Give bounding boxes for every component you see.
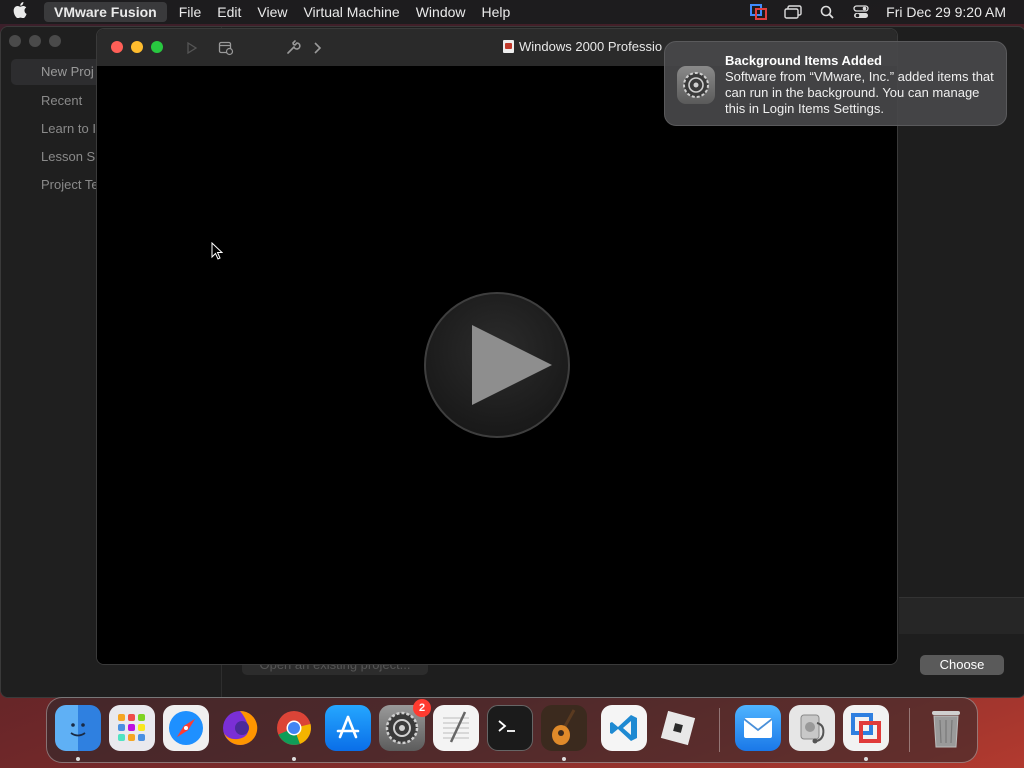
settings-badge: 2 <box>413 699 431 717</box>
play-toolbar-icon[interactable] <box>183 39 201 57</box>
maximize-button[interactable] <box>151 41 163 53</box>
garageband-icon[interactable] <box>541 705 587 751</box>
bottom-panel <box>899 597 1024 634</box>
vscode-icon[interactable] <box>601 705 647 751</box>
mail-icon[interactable] <box>735 705 781 751</box>
notification-title: Background Items Added <box>725 53 882 68</box>
choose-button[interactable]: Choose <box>920 655 1004 675</box>
close-button[interactable] <box>111 41 123 53</box>
wrench-settings-icon[interactable] <box>284 39 302 57</box>
launchpad-icon[interactable] <box>109 705 155 751</box>
app-store-icon[interactable] <box>325 705 371 751</box>
system-settings-icon[interactable]: 2 <box>379 699 431 751</box>
menu-view[interactable]: View <box>249 0 295 24</box>
dock: 2 <box>46 697 978 763</box>
menu-edit[interactable]: Edit <box>209 0 249 24</box>
garageband-running-dot <box>562 757 566 761</box>
menu-bar: VMware Fusion File Edit View Virtual Mac… <box>0 0 1024 24</box>
disk-utility-icon[interactable] <box>789 705 835 751</box>
screen-mirroring-icon[interactable] <box>782 4 804 20</box>
control-center-icon[interactable] <box>850 4 872 20</box>
firefox-icon[interactable] <box>217 705 263 751</box>
vm-play-button[interactable] <box>424 292 570 438</box>
sidebar-item-lesson[interactable]: Lesson S <box>41 149 95 164</box>
sidebar-item-learn[interactable]: Learn to I <box>41 121 96 136</box>
vm-title-text: Windows 2000 Professio <box>519 39 663 54</box>
trash-icon[interactable] <box>923 705 969 751</box>
terminal-icon[interactable] <box>487 705 533 751</box>
menu-file[interactable]: File <box>171 0 210 24</box>
menu-virtual-machine[interactable]: Virtual Machine <box>295 0 407 24</box>
textedit-icon[interactable] <box>433 705 479 751</box>
dock-separator-trash <box>909 708 910 752</box>
sidebar-item-recent[interactable]: Recent <box>41 93 82 108</box>
vmware-fusion-icon[interactable] <box>843 705 889 751</box>
snapshot-icon[interactable] <box>217 39 235 57</box>
finder-running-dot <box>76 757 80 761</box>
menu-window[interactable]: Window <box>408 0 474 24</box>
background-items-notification[interactable]: Background Items Added Software from “VM… <box>664 41 1007 126</box>
dock-separator <box>719 708 720 752</box>
sidebar-item-project-templates[interactable]: Project Te <box>41 177 99 192</box>
mouse-cursor-icon <box>211 242 223 260</box>
apple-menu-icon[interactable] <box>0 2 40 22</box>
system-settings-gear-icon <box>677 66 715 104</box>
vmware-status-icon[interactable] <box>748 4 770 20</box>
menu-help[interactable]: Help <box>474 0 519 24</box>
minimize-button[interactable] <box>131 41 143 53</box>
roblox-icon[interactable] <box>655 705 701 751</box>
inactive-traffic-lights <box>9 35 61 47</box>
spotlight-search-icon[interactable] <box>816 4 838 20</box>
safari-icon[interactable] <box>163 705 209 751</box>
vm-window-title: Windows 2000 Professio <box>503 39 662 54</box>
notification-body: Software from “VMware, Inc.” added items… <box>725 69 994 116</box>
menu-app-name[interactable]: VMware Fusion <box>44 2 167 22</box>
chrome-running-dot <box>292 757 296 761</box>
vmware-running-dot <box>864 757 868 761</box>
vm-screen[interactable] <box>97 66 897 664</box>
menu-clock[interactable]: Fri Dec 29 9:20 AM <box>878 4 1024 20</box>
finder-icon[interactable] <box>55 705 101 751</box>
play-icon <box>472 325 552 405</box>
vm-document-icon <box>503 40 514 53</box>
chevron-right-icon[interactable] <box>309 39 327 57</box>
chrome-icon[interactable] <box>271 705 317 751</box>
